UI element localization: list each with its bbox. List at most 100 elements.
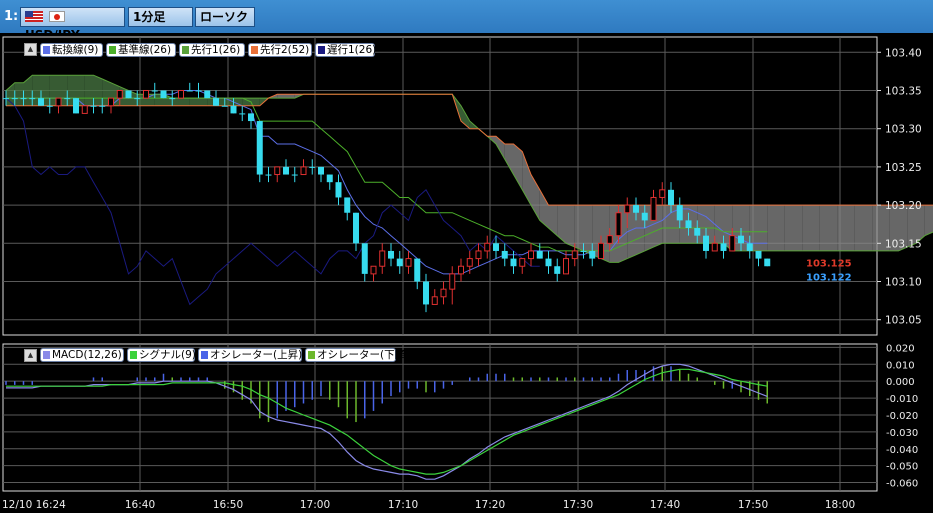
candle-body-down bbox=[641, 212, 648, 221]
macd-tick-label: -0.050 bbox=[886, 462, 918, 473]
cloud-segment bbox=[566, 205, 575, 248]
cloud-segment bbox=[286, 94, 295, 99]
candle-body-down bbox=[239, 113, 246, 115]
cloud-segment bbox=[662, 205, 671, 244]
legend-item[interactable]: 転換線(9) bbox=[40, 43, 103, 57]
candle-body-down bbox=[125, 90, 132, 99]
legend-swatch bbox=[201, 351, 208, 359]
candle-body-up bbox=[116, 89, 123, 99]
candle-body-down bbox=[746, 243, 753, 251]
cloud-segment bbox=[802, 205, 811, 251]
cloud-segment bbox=[172, 98, 181, 106]
legend-swatch bbox=[308, 351, 315, 359]
legend-item[interactable]: シグナル(9) bbox=[127, 348, 196, 362]
candle-body-down bbox=[20, 98, 27, 100]
cloud-segment bbox=[811, 205, 820, 251]
cloud-segment bbox=[854, 205, 864, 251]
candle-body-down bbox=[3, 98, 9, 100]
timeframe-tab[interactable]: 1分足 bbox=[128, 7, 193, 27]
candle-body-up bbox=[274, 166, 281, 176]
candle-body-up bbox=[711, 242, 718, 252]
candle-body-down bbox=[633, 205, 639, 213]
timeframe-label: 1分足 bbox=[133, 10, 166, 24]
legend-item[interactable]: 遅行1(26) bbox=[315, 43, 376, 57]
legend-swatch bbox=[182, 46, 189, 54]
time-tick-label: 16:40 bbox=[125, 499, 155, 511]
candle-body-down bbox=[230, 105, 237, 114]
candle-body-up bbox=[598, 242, 604, 260]
candle-body-down bbox=[685, 220, 692, 229]
candle-body-down bbox=[388, 250, 394, 259]
candle-body-up bbox=[466, 258, 473, 267]
time-tick-label: 12/10 16:24 bbox=[2, 499, 66, 511]
symbol-tab[interactable]: USD/JPY bbox=[20, 7, 125, 42]
candle-body-down bbox=[344, 197, 351, 213]
legend-item[interactable]: オシレーター(下降) bbox=[305, 348, 409, 362]
candle-body-up bbox=[55, 97, 62, 107]
legend-item[interactable]: MACD(12,26) bbox=[40, 348, 124, 362]
macd-tick-label: -0.010 bbox=[886, 394, 918, 405]
legend-item[interactable]: オシレーター(上昇) bbox=[198, 348, 302, 362]
price-tick-label: 103.35 bbox=[885, 85, 922, 97]
candle-body-down bbox=[396, 258, 403, 267]
cloud-segment bbox=[84, 75, 94, 106]
legend-swatch bbox=[109, 46, 116, 54]
candle-body-down bbox=[29, 98, 36, 100]
chart-style-tab[interactable]: ローソク bbox=[195, 7, 255, 27]
cloud-segment bbox=[224, 98, 234, 106]
main-collapse-icon[interactable]: ▲ bbox=[24, 43, 37, 56]
candle-body-up bbox=[143, 89, 149, 99]
price-tick-label: 103.05 bbox=[885, 315, 922, 327]
macd-axis: 0.020 0.010 0.000 -0.010 -0.020 -0.030 -0.040 -… bbox=[886, 343, 918, 489]
candle-body-down bbox=[755, 250, 762, 259]
candle-body-up bbox=[650, 196, 657, 221]
cloud-segment bbox=[837, 205, 846, 251]
candle-body-up bbox=[563, 258, 569, 275]
cloud-segment bbox=[14, 82, 24, 106]
cloud-segment bbox=[242, 98, 251, 106]
candle-body-up bbox=[659, 189, 666, 198]
legend-swatch bbox=[130, 351, 137, 359]
candle-body-down bbox=[720, 243, 727, 251]
candle-body-down bbox=[703, 235, 709, 251]
candle-body-down bbox=[318, 166, 324, 175]
us-flag-icon bbox=[25, 11, 43, 22]
legend-item[interactable]: 基準線(26) bbox=[106, 43, 176, 57]
sub-collapse-icon[interactable]: ▲ bbox=[24, 349, 37, 362]
legend-item[interactable]: 先行2(52) bbox=[248, 43, 312, 57]
legend-item[interactable]: 先行1(26) bbox=[179, 43, 245, 57]
time-tick-label: 17:10 bbox=[388, 499, 418, 511]
price-tick-label: 103.10 bbox=[885, 277, 922, 289]
candle-body-up bbox=[475, 250, 482, 260]
cloud-segment bbox=[872, 205, 881, 251]
candle-body-down bbox=[195, 90, 202, 92]
cloud-segment bbox=[924, 205, 933, 236]
candle-body-up bbox=[615, 212, 622, 237]
price-tick-label: 103.25 bbox=[885, 162, 922, 174]
candle-body-down bbox=[38, 98, 44, 106]
candle-body-down bbox=[99, 105, 106, 107]
candle-body-up bbox=[571, 250, 578, 260]
cloud-segment bbox=[819, 205, 829, 251]
title-bar: 1: USD/JPY 1分足 ローソク bbox=[0, 0, 933, 42]
candle-body-down bbox=[134, 98, 141, 100]
cloud-segment bbox=[198, 98, 208, 106]
candle-body-down bbox=[151, 90, 158, 92]
legend-swatch bbox=[43, 351, 50, 359]
candle-body-down bbox=[536, 250, 543, 259]
candle-body-down bbox=[160, 90, 167, 99]
candle-body-down bbox=[248, 113, 254, 122]
candle-body-up bbox=[300, 166, 307, 176]
cloud-segment bbox=[758, 205, 768, 251]
legend-label: 基準線(26) bbox=[118, 44, 172, 56]
candle-body-down bbox=[221, 105, 228, 107]
chart-area[interactable]: 103.40 103.35 103.30 103.25 103.20 103.15 103.… bbox=[0, 33, 933, 513]
candle-body-down bbox=[554, 266, 561, 274]
legend-label: 先行2(52) bbox=[260, 44, 310, 56]
candle-body-up bbox=[178, 89, 184, 99]
candle-body-down bbox=[545, 258, 552, 267]
candle-body-down bbox=[335, 182, 342, 198]
current-price-label-blue: 103.122 bbox=[806, 273, 852, 284]
macd-tick-label: 0.010 bbox=[886, 360, 915, 371]
candle-body-down bbox=[764, 258, 771, 267]
